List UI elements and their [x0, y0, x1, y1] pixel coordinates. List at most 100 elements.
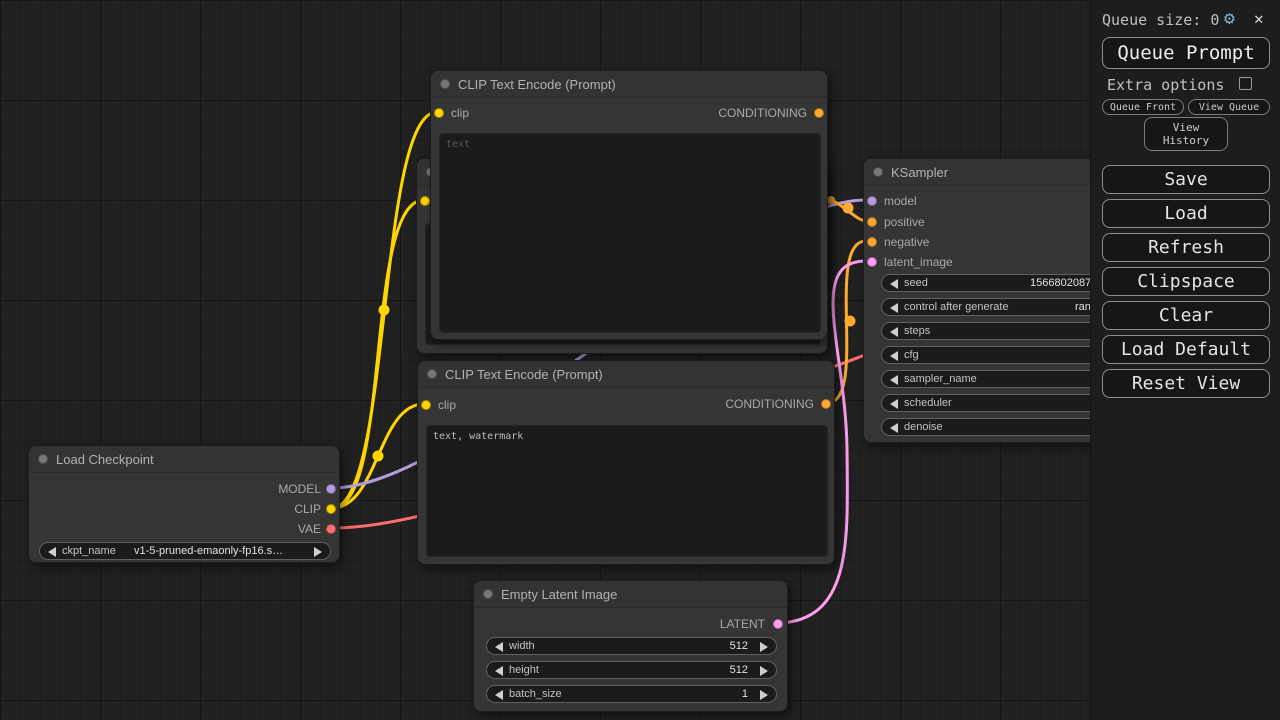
clip-input-label: clip [451, 106, 469, 120]
save-button[interactable]: Save [1102, 165, 1270, 194]
clip-input-dot[interactable] [421, 400, 431, 410]
ckpt-name-widget[interactable]: ckpt_name v1-5-pruned-emaonly-fp16.s… [39, 542, 331, 560]
latent-image-input-dot[interactable] [867, 257, 877, 267]
vae-output-dot[interactable] [326, 524, 336, 534]
extra-options-label: Extra options [1107, 76, 1224, 94]
model-input-dot[interactable] [867, 196, 877, 206]
widget-label: denoise [904, 421, 943, 433]
widget-value: 512 [730, 664, 748, 676]
height-widget[interactable]: height 512 [486, 661, 777, 679]
link-midpoint-dot [827, 196, 835, 204]
widget-label: seed [904, 277, 928, 289]
decrement-arrow-icon[interactable] [495, 666, 503, 676]
increment-arrow-icon[interactable] [760, 642, 768, 652]
widget-label: ckpt_name [62, 545, 116, 557]
positive-input-label: positive [884, 215, 925, 229]
clip-output-label: CLIP [294, 502, 321, 516]
decrement-arrow-icon[interactable] [890, 303, 898, 313]
increment-arrow-icon[interactable] [760, 690, 768, 700]
widget-label: scheduler [904, 397, 952, 409]
conditioning-output-dot[interactable] [814, 108, 824, 118]
vae-output-label: VAE [298, 522, 321, 536]
latent-output-label: LATENT [720, 617, 765, 631]
link-midpoint-dot [843, 203, 854, 214]
latent-output-dot[interactable] [773, 619, 783, 629]
queue-front-button[interactable]: Queue Front [1102, 99, 1184, 115]
settings-gear-icon[interactable]: ⚙ [1224, 8, 1235, 29]
node-collapse-dot[interactable] [873, 167, 883, 177]
node-title: Empty Latent Image [501, 587, 617, 602]
node-graph-canvas[interactable]: CLIP Text Encode (Prompt) clip CONDITION… [0, 0, 1280, 720]
node-clip-text-encode-empty[interactable]: CLIP Text Encode (Prompt) clip CONDITION… [430, 70, 828, 340]
prompt-textarea[interactable]: text [439, 133, 821, 333]
load-button[interactable]: Load [1102, 199, 1270, 228]
widget-value: 1 [742, 688, 748, 700]
decrement-arrow-icon[interactable] [890, 423, 898, 433]
decrement-arrow-icon[interactable] [890, 279, 898, 289]
node-title: CLIP Text Encode (Prompt) [445, 367, 603, 382]
latent-image-input-label: latent_image [884, 255, 953, 269]
refresh-button[interactable]: Refresh [1102, 233, 1270, 262]
reset-view-button[interactable]: Reset View [1102, 369, 1270, 398]
clipspace-button[interactable]: Clipspace [1102, 267, 1270, 296]
node-clip-text-encode-negative[interactable]: CLIP Text Encode (Prompt) clip CONDITION… [417, 360, 835, 565]
increment-arrow-icon[interactable] [760, 666, 768, 676]
negative-input-dot[interactable] [867, 237, 877, 247]
prompt-textarea[interactable]: text, watermark [426, 425, 828, 557]
node-title-bar[interactable]: Load Checkpoint [29, 446, 339, 473]
decrement-arrow-icon[interactable] [890, 351, 898, 361]
clip-input-dot[interactable] [420, 196, 430, 206]
widget-value: 15668020871 [1030, 277, 1097, 289]
node-title: KSampler [891, 165, 948, 180]
model-output-dot[interactable] [326, 484, 336, 494]
widget-label: height [509, 664, 539, 676]
clip-output-dot[interactable] [326, 504, 336, 514]
batch-size-widget[interactable]: batch_size 1 [486, 685, 777, 703]
load-default-button[interactable]: Load Default [1102, 335, 1270, 364]
decrement-arrow-icon[interactable] [890, 327, 898, 337]
positive-input-dot[interactable] [867, 217, 877, 227]
widget-value: v1-5-pruned-emaonly-fp16.s… [134, 545, 283, 557]
decrement-arrow-icon[interactable] [890, 399, 898, 409]
node-title: CLIP Text Encode (Prompt) [458, 77, 616, 92]
node-title-bar[interactable]: CLIP Text Encode (Prompt) [418, 361, 834, 388]
clip-input-dot[interactable] [434, 108, 444, 118]
view-history-button[interactable]: View History [1144, 117, 1228, 151]
decrement-arrow-icon[interactable] [495, 690, 503, 700]
clear-button[interactable]: Clear [1102, 301, 1270, 330]
node-collapse-dot[interactable] [427, 369, 437, 379]
decrement-arrow-icon[interactable] [48, 547, 56, 557]
decrement-arrow-icon[interactable] [890, 375, 898, 385]
link-midpoint-dot [845, 316, 856, 327]
node-collapse-dot[interactable] [483, 589, 493, 599]
increment-arrow-icon[interactable] [314, 547, 322, 557]
widget-value: 512 [730, 640, 748, 652]
queue-size-label: Queue size: 0 [1102, 11, 1219, 29]
comfy-menu-panel: Queue size: 0 ⚙ ✕ Queue Prompt Extra opt… [1090, 0, 1280, 720]
close-icon[interactable]: ✕ [1254, 9, 1264, 28]
node-empty-latent-image[interactable]: Empty Latent Image LATENT width 512 heig… [473, 580, 788, 712]
widget-label: sampler_name [904, 373, 977, 385]
extra-options-checkbox[interactable] [1239, 77, 1252, 90]
wire-clip-to-positive-prompt [332, 200, 424, 508]
view-queue-button[interactable]: View Queue [1188, 99, 1270, 115]
node-collapse-dot[interactable] [440, 79, 450, 89]
node-collapse-dot[interactable] [38, 454, 48, 464]
conditioning-output-label: CONDITIONING [725, 397, 814, 411]
conditioning-output-dot[interactable] [821, 399, 831, 409]
link-midpoint-dot [373, 451, 384, 462]
widget-label: width [509, 640, 535, 652]
width-widget[interactable]: width 512 [486, 637, 777, 655]
node-title-bar[interactable]: Empty Latent Image [474, 581, 787, 608]
node-title-bar[interactable]: CLIP Text Encode (Prompt) [431, 71, 827, 98]
model-output-label: MODEL [278, 482, 321, 496]
node-load-checkpoint[interactable]: Load Checkpoint MODEL CLIP VAE ckpt_name… [28, 445, 340, 563]
link-midpoint-dot [379, 305, 390, 316]
node-title: Load Checkpoint [56, 452, 154, 467]
queue-prompt-button[interactable]: Queue Prompt [1102, 37, 1270, 69]
widget-label: control after generate [904, 301, 1009, 313]
widget-label: steps [904, 325, 930, 337]
negative-input-label: negative [884, 235, 929, 249]
decrement-arrow-icon[interactable] [495, 642, 503, 652]
model-input-label: model [884, 194, 917, 208]
